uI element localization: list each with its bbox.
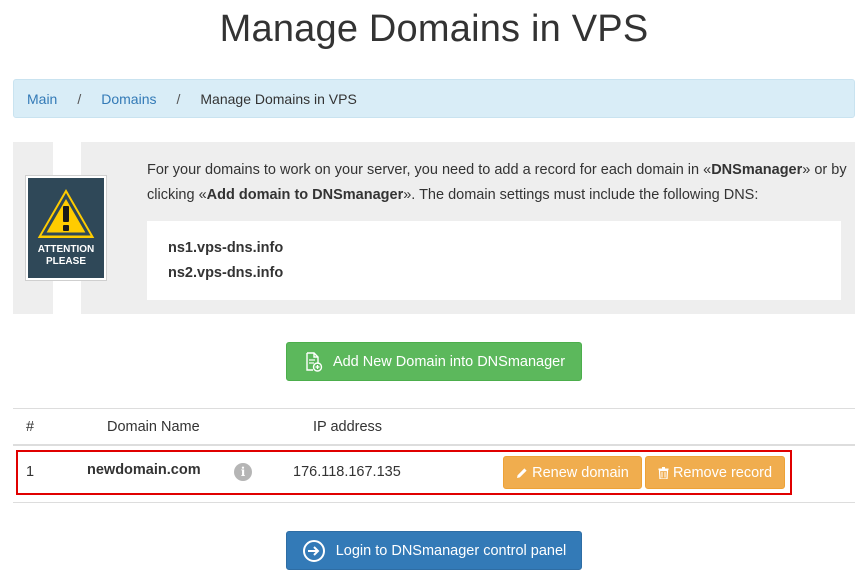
badge-text-line2: PLEASE [45,256,86,267]
breadcrumb: Main / Domains / Manage Domains in VPS [13,79,855,118]
domains-table: # Domain Name IP address 1 newdomain.com… [13,408,855,503]
renew-domain-label: Renew domain [532,464,629,481]
remove-record-button[interactable]: Remove record [645,456,785,489]
dns-servers-box: ns1.vps-dns.info ns2.vps-dns.info [147,221,841,300]
ip-address: 176.118.167.135 [293,464,401,480]
dns-server-2: ns2.vps-dns.info [168,265,284,281]
pencil-icon [516,467,528,479]
renew-domain-button[interactable]: Renew domain [503,456,642,489]
breadcrumb-current: Manage Domains in VPS [200,90,357,107]
breadcrumb-main-link[interactable]: Main [27,91,57,107]
breadcrumb-separator: / [77,90,82,107]
login-dnsmanager-button[interactable]: Login to DNSmanager control panel [286,531,582,570]
breadcrumb-separator: / [176,90,181,107]
add-domain-button[interactable]: Add New Domain into DNSmanager [286,342,582,381]
badge-text-line1: ATTENTION [37,244,95,255]
dns-server-1: ns1.vps-dns.info [168,240,284,256]
domain-name: newdomain.com [87,462,201,478]
breadcrumb-domains-link[interactable]: Domains [101,91,156,107]
row-index: 1 [26,464,35,480]
column-header-index: # [26,419,35,435]
table-row: 1 newdomain.com i 176.118.167.135 Renew … [13,446,855,503]
table-header: # Domain Name IP address [13,408,855,446]
page-title: Manage Domains in VPS [219,8,649,50]
attention-badge: ATTENTION PLEASE [25,175,107,281]
login-dnsmanager-label: Login to DNSmanager control panel [335,542,567,559]
column-header-domain: Domain Name [107,419,200,435]
warning-triangle-icon [34,184,98,240]
notice-text: For your domains to work on your server,… [147,162,847,203]
attention-notice: ATTENTION PLEASE For your domains to wor… [13,142,855,314]
add-domain-label: Add New Domain into DNSmanager [332,353,566,370]
add-domain-emphasis: Add domain to DNSmanager [206,187,404,203]
add-document-icon [303,351,323,372]
remove-record-label: Remove record [672,464,773,481]
trash-icon [658,466,669,479]
column-header-ip: IP address [313,419,383,435]
arrow-circle-right-icon [302,539,326,563]
info-circle-icon[interactable]: i [234,463,252,481]
dnsmanager-emphasis: DNSmanager [711,162,803,178]
